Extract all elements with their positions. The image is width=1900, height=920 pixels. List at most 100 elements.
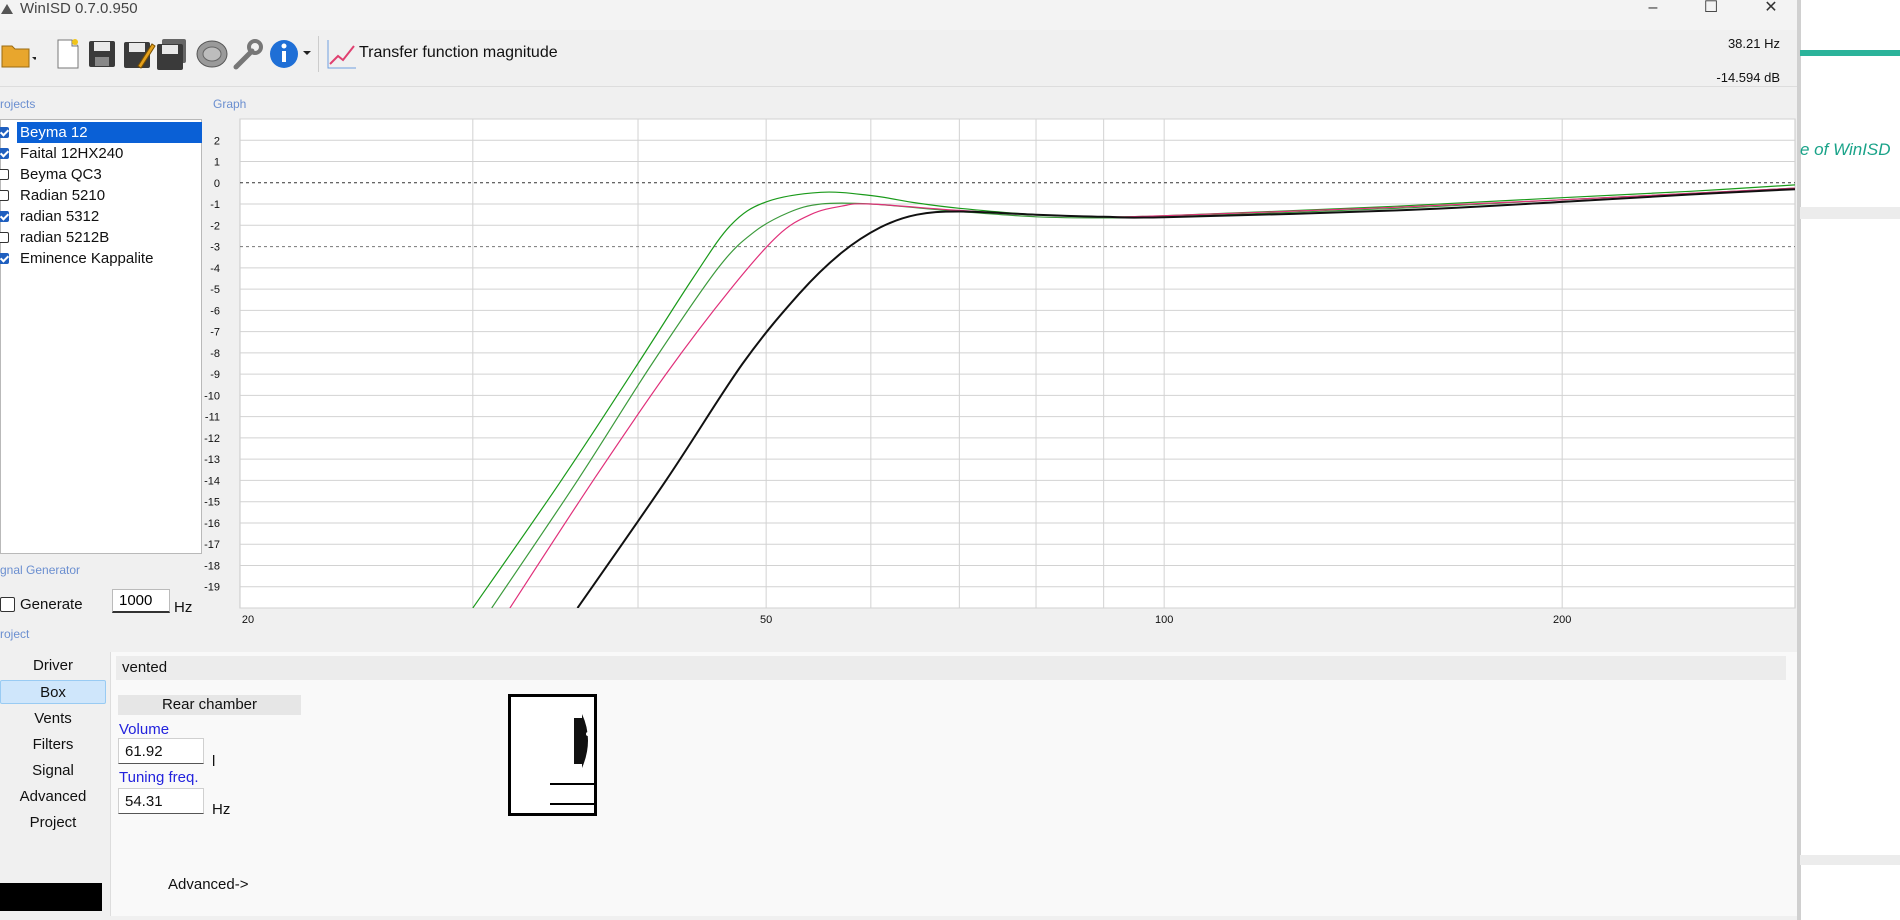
save-icon[interactable] [84, 36, 120, 72]
save-as-icon[interactable] [120, 36, 156, 72]
tuning-unit: Hz [212, 801, 231, 818]
toolbar: Transfer function magnitude 38.21 Hz -14… [0, 30, 1800, 87]
minimize-button[interactable]: – [1630, 0, 1676, 18]
graph-icon[interactable] [324, 36, 360, 72]
background-accent-line [1800, 50, 1900, 56]
project-item[interactable]: Beyma 12 [0, 122, 202, 143]
background-partial-text: e of WinISD [1800, 140, 1891, 159]
y-tick-label: -18 [204, 560, 220, 572]
info-icon[interactable] [266, 36, 302, 72]
project-label[interactable]: Faital 12HX240 [17, 143, 127, 164]
y-tick-label: -11 [205, 412, 220, 424]
y-tick-label: -19 [204, 582, 220, 594]
nav-item-advanced[interactable]: Advanced [0, 785, 106, 809]
x-tick-label: 20 [242, 614, 254, 626]
graph-type-label[interactable]: Transfer function magnitude [359, 44, 558, 62]
window-title: WinISD 0.7.0.950 [20, 0, 138, 17]
y-tick-label: -9 [210, 369, 220, 381]
generator-unit: Hz [174, 599, 193, 616]
vented-box-diagram [508, 694, 597, 816]
project-item[interactable]: Beyma QC3 [0, 164, 201, 185]
project-checkbox[interactable] [0, 253, 9, 264]
background-band [1800, 855, 1900, 865]
y-tick-label: -5 [210, 284, 220, 296]
project-item[interactable]: radian 5212B [0, 227, 201, 248]
save-all-icon[interactable] [154, 36, 190, 72]
y-tick-label: -12 [204, 433, 220, 445]
y-tick-label: -3 [210, 242, 220, 254]
project-checkbox[interactable] [0, 169, 9, 180]
box-type-header: vented [116, 656, 1786, 680]
nav-item-filters[interactable]: Filters [0, 733, 106, 757]
tuning-input[interactable]: 54.31 [118, 788, 204, 814]
project-checkbox[interactable] [0, 148, 9, 159]
x-tick-label: 200 [1553, 614, 1571, 626]
project-item[interactable]: Eminence Kappalite [0, 248, 201, 269]
y-tick-label: -15 [204, 497, 220, 509]
project-label[interactable]: Radian 5210 [17, 185, 109, 206]
project-checkbox[interactable] [0, 232, 9, 243]
project-checkbox[interactable] [0, 211, 9, 222]
y-tick-label: -6 [210, 305, 220, 317]
y-tick-label: -4 [210, 263, 220, 275]
speaker-icon[interactable] [194, 36, 230, 72]
project-nav-caption: roject [0, 627, 30, 641]
project-label[interactable]: Eminence Kappalite [17, 248, 157, 269]
y-tick-label: -17 [204, 539, 220, 551]
project-list[interactable]: Beyma 12 Faital 12HX240 Beyma QC3 Radian 52… [0, 119, 202, 554]
app-icon [1, 4, 13, 14]
generate-label: Generate [20, 596, 83, 613]
y-tick-label: 1 [214, 157, 220, 169]
cursor-level-readout: -14.594 dB [1716, 70, 1780, 85]
nav-item-box[interactable]: Box [0, 680, 106, 704]
project-checkbox[interactable] [0, 127, 9, 138]
toolbar-separator [318, 36, 319, 72]
tuning-label: Tuning freq. [119, 769, 199, 786]
close-button[interactable]: ✕ [1748, 0, 1794, 18]
x-tick-label: 100 [1155, 614, 1173, 626]
y-tick-label: -14 [204, 475, 220, 487]
project-label[interactable]: radian 5312 [17, 206, 103, 227]
open-folder-icon[interactable] [0, 36, 36, 72]
y-tick-label: -8 [210, 348, 220, 360]
volume-input[interactable]: 61.92 [118, 738, 204, 764]
nav-item-driver[interactable]: Driver [0, 654, 106, 678]
volume-label: Volume [119, 721, 170, 738]
project-checkbox[interactable] [0, 190, 9, 201]
wrench-icon[interactable] [230, 36, 266, 72]
x-tick-label: 50 [760, 614, 772, 626]
transfer-function-chart[interactable]: 2 1 0 -1 -2 -3 -4 -5 -6 -7 -8 -9 -10 -11 -12 -13 -14 -15 -… [200, 98, 1800, 628]
y-tick-label: -13 [204, 454, 220, 466]
window-shadow [1797, 0, 1801, 920]
nav-item-project[interactable]: Project [0, 811, 106, 835]
y-tick-label: 2 [214, 135, 220, 147]
y-tick-label: 0 [214, 178, 220, 190]
advanced-button[interactable]: Advanced-> [168, 876, 248, 893]
cursor-frequency-readout: 38.21 Hz [1727, 36, 1780, 51]
y-tick-label: -1 [210, 199, 220, 211]
project-label[interactable]: radian 5212B [17, 227, 113, 248]
volume-unit: l [212, 753, 216, 770]
project-item[interactable]: Faital 12HX240 [0, 143, 201, 164]
nav-item-signal[interactable]: Signal [0, 759, 106, 783]
signal-generator-caption: gnal Generator [0, 563, 81, 577]
generate-checkbox[interactable] [0, 597, 15, 612]
y-tick-label: -2 [210, 220, 220, 232]
y-tick-label: -16 [204, 518, 220, 530]
y-tick-label: -7 [210, 327, 220, 339]
project-label[interactable]: Beyma 12 [17, 122, 202, 143]
project-item[interactable]: radian 5312 [0, 206, 201, 227]
project-label[interactable]: Beyma QC3 [17, 164, 106, 185]
box-panel [110, 652, 1797, 916]
background-band [1800, 207, 1900, 219]
title-bar: WinISD 0.7.0.950 – ☐ ✕ [0, 0, 1800, 30]
new-file-icon[interactable] [50, 36, 86, 72]
generator-frequency-input[interactable]: 1000 [112, 589, 170, 613]
y-tick-label: -10 [204, 390, 220, 402]
info-dropdown-arrow-icon[interactable] [302, 48, 312, 58]
maximize-button[interactable]: ☐ [1688, 0, 1734, 18]
winisd-window: WinISD 0.7.0.950 – ☐ ✕ Transfer function… [0, 0, 1800, 920]
nav-item-vents[interactable]: Vents [0, 707, 106, 731]
status-black-box [0, 883, 102, 911]
project-item[interactable]: Radian 5210 [0, 185, 201, 206]
